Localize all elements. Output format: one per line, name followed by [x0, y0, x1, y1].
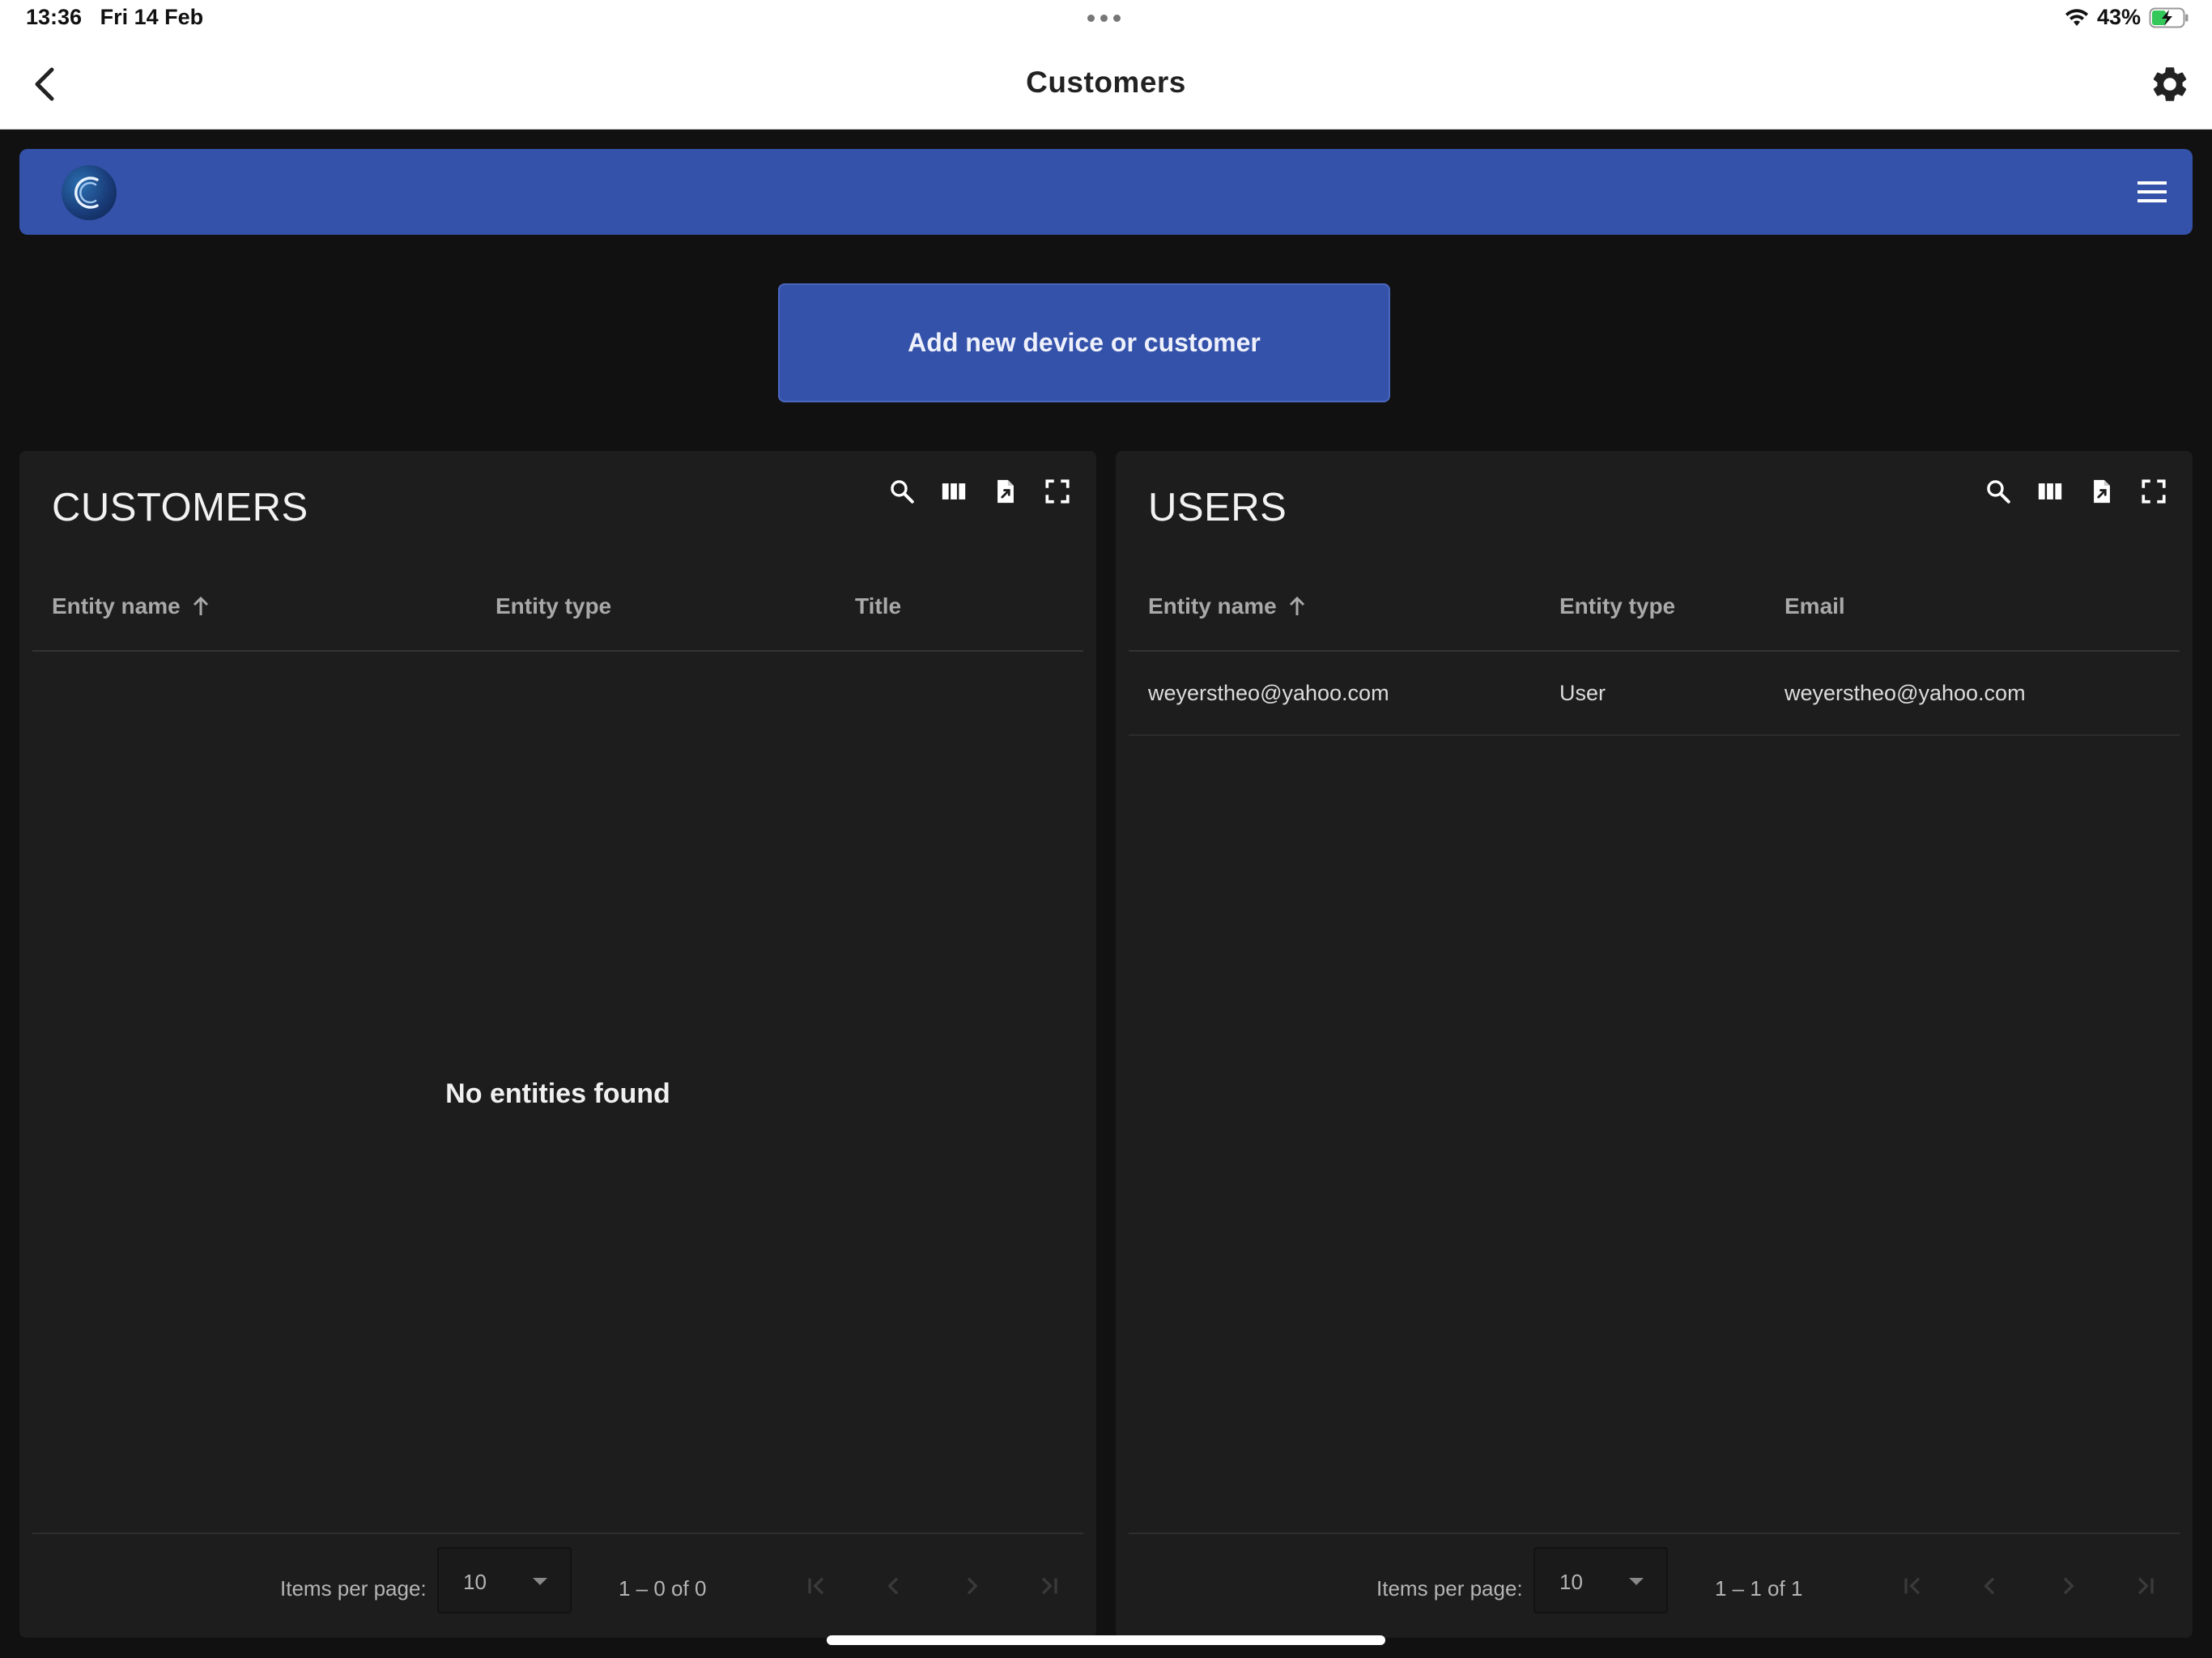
status-time: 13:36 Fri 14 Feb: [26, 5, 203, 30]
cell-entity-type: User: [1559, 681, 1606, 705]
status-clock: 13:36: [26, 5, 83, 29]
column-label: Title: [855, 593, 902, 619]
items-per-page-label: Items per page:: [280, 1576, 427, 1601]
chevron-left-icon: [1984, 1577, 1995, 1595]
chevron-left-icon: [887, 1577, 899, 1595]
column-label: Entity type: [496, 593, 612, 619]
customers-search-button[interactable]: [884, 474, 920, 509]
fullscreen-icon: [2142, 479, 2166, 504]
first-page-button[interactable]: [1890, 1563, 1935, 1609]
items-per-page-value: 10: [463, 1570, 487, 1594]
sort-ascending-icon: [193, 596, 208, 615]
customers-fullscreen-button[interactable]: [1040, 474, 1075, 509]
status-date: Fri 14 Feb: [100, 5, 204, 29]
home-indicator[interactable]: [827, 1635, 1385, 1645]
users-col-entity-name[interactable]: Entity name: [1148, 593, 1306, 619]
app-logo[interactable]: [62, 165, 117, 220]
settings-button[interactable]: [2149, 63, 2191, 105]
first-page-icon: [808, 1577, 824, 1595]
customers-table-header: Entity name Entity type Title: [32, 572, 1083, 652]
previous-page-button[interactable]: [1967, 1563, 2013, 1609]
customers-columns-button[interactable]: [936, 474, 972, 509]
battery-percent: 43%: [2096, 5, 2141, 29]
users-toolbar: [1980, 474, 2172, 509]
gear-icon: [2153, 67, 2187, 101]
items-per-page-label: Items per page:: [1376, 1576, 1523, 1601]
page-title: Customers: [1026, 66, 1186, 99]
pager-controls: [1890, 1563, 2168, 1609]
menu-button[interactable]: [2133, 173, 2172, 210]
users-table-header: Entity name Entity type Email: [1129, 572, 2180, 652]
users-columns-button[interactable]: [2032, 474, 2068, 509]
last-page-icon: [2138, 1577, 2154, 1595]
next-page-button[interactable]: [949, 1563, 994, 1609]
column-label: Entity name: [52, 593, 181, 619]
page-range-label: 1 – 0 of 0: [619, 1576, 707, 1601]
cell-email: weyerstheo@yahoo.com: [1784, 681, 2026, 705]
chevron-right-icon: [2063, 1577, 2074, 1595]
pager-controls: [793, 1563, 1072, 1609]
sort-ascending-icon: [1289, 596, 1304, 615]
items-per-page-select[interactable]: 10: [437, 1547, 572, 1613]
file-export-icon: [2094, 479, 2110, 504]
column-label: Entity type: [1559, 593, 1676, 619]
customers-col-entity-type[interactable]: Entity type: [496, 593, 611, 619]
first-page-icon: [1904, 1577, 1921, 1595]
items-per-page-value: 10: [1559, 1570, 1583, 1594]
users-paginator: Items per page: 10 1 – 1 of 1: [1129, 1533, 2180, 1638]
multitasking-dots-icon[interactable]: [1087, 15, 1121, 22]
next-page-button[interactable]: [2045, 1563, 2091, 1609]
users-col-email[interactable]: Email: [1784, 593, 1845, 619]
items-per-page-select[interactable]: 10: [1534, 1547, 1668, 1613]
customers-col-entity-name[interactable]: Entity name: [52, 593, 210, 619]
customers-title: CUSTOMERS: [52, 486, 308, 529]
customers-toolbar: [884, 474, 1075, 509]
users-title: USERS: [1148, 486, 1287, 529]
previous-page-button[interactable]: [871, 1563, 917, 1609]
view-columns-icon: [2038, 483, 2062, 500]
battery-charging-icon: [2149, 7, 2189, 28]
last-page-icon: [1041, 1577, 1057, 1595]
users-panel: USERS Entity name Entity type Email weye…: [1116, 451, 2193, 1638]
navigation-bar: Customers: [0, 39, 2212, 130]
column-label: Email: [1784, 593, 1845, 619]
users-export-button[interactable]: [2084, 474, 2120, 509]
customers-export-button[interactable]: [988, 474, 1023, 509]
status-indicators: 43%: [2065, 5, 2189, 30]
fullscreen-icon: [1045, 479, 1070, 504]
customers-panel: CUSTOMERS Entity name Entity type Title …: [19, 451, 1096, 1638]
users-col-entity-type[interactable]: Entity type: [1559, 593, 1675, 619]
search-icon: [891, 480, 914, 504]
view-columns-icon: [942, 483, 966, 500]
customers-paginator: Items per page: 10 1 – 0 of 0: [32, 1533, 1083, 1638]
wifi-icon: [2065, 8, 2088, 26]
cell-entity-name: weyerstheo@yahoo.com: [1148, 681, 1389, 705]
search-icon: [1987, 480, 2010, 504]
table-row[interactable]: weyerstheo@yahoo.com User weyerstheo@yah…: [1129, 652, 2180, 736]
dropdown-caret-icon: [1629, 1578, 1644, 1585]
first-page-button[interactable]: [793, 1563, 839, 1609]
last-page-button[interactable]: [1027, 1563, 1072, 1609]
app-toolbar: [19, 149, 2193, 235]
add-device-or-customer-button[interactable]: Add new device or customer: [778, 283, 1390, 402]
customers-col-title[interactable]: Title: [855, 593, 901, 619]
users-search-button[interactable]: [1980, 474, 2016, 509]
last-page-button[interactable]: [2123, 1563, 2168, 1609]
customers-empty-message: No entities found: [445, 1078, 670, 1109]
file-export-icon: [998, 479, 1014, 504]
page-range-label: 1 – 1 of 1: [1715, 1576, 1803, 1601]
status-bar: 13:36 Fri 14 Feb 43%: [0, 0, 2212, 39]
hamburger-menu-icon: [2138, 181, 2167, 202]
chevron-right-icon: [967, 1577, 978, 1595]
dropdown-caret-icon: [533, 1578, 547, 1585]
logo-crescent-icon: [74, 176, 99, 209]
users-fullscreen-button[interactable]: [2136, 474, 2172, 509]
column-label: Entity name: [1148, 593, 1277, 619]
